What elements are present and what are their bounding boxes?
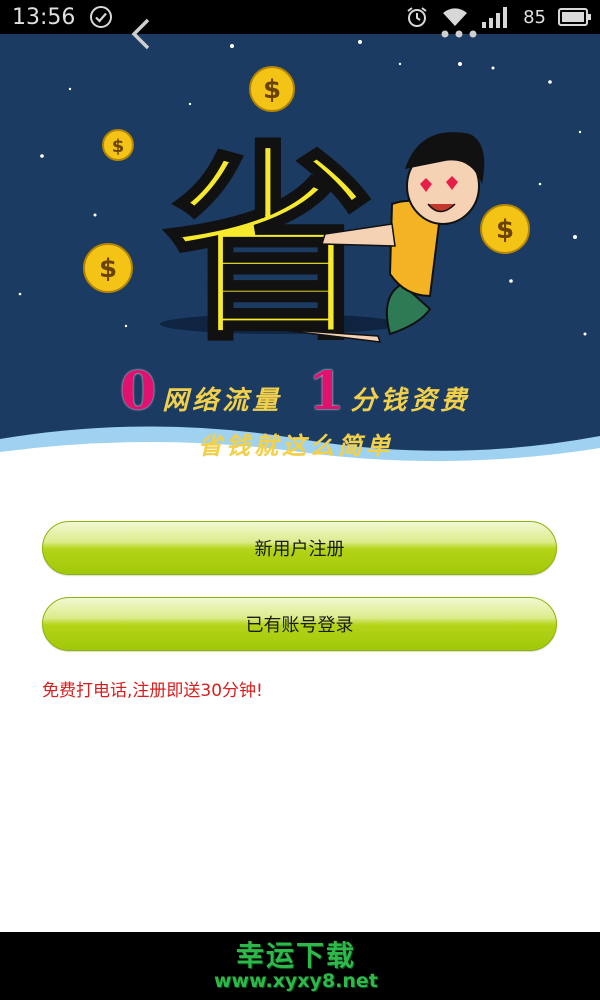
status-time: 13:56 <box>12 4 76 30</box>
more-dots-icon[interactable] <box>438 22 480 46</box>
coin-icon: $ <box>480 204 530 254</box>
status-bar: 13:56 85 <box>0 0 600 34</box>
battery-level: 85 <box>523 6 546 28</box>
promo-banner: $ $ $ $ 省 0 网络流量 1 分钱资费 省钱就这么简单 <box>0 34 600 466</box>
svg-text:$: $ <box>112 136 125 157</box>
battery-icon <box>558 8 591 26</box>
login-button[interactable]: 已有账号登录 <box>42 597 557 651</box>
coin-icon: $ <box>249 66 295 112</box>
coin-icon: $ <box>83 243 133 293</box>
alarm-icon <box>407 7 427 27</box>
mascot-character: 省 <box>165 124 375 369</box>
svg-text:$: $ <box>263 75 281 105</box>
zero-number: 0 <box>120 361 157 422</box>
watermark-title: 幸运下载 <box>236 939 357 972</box>
one-number: 1 <box>308 361 345 422</box>
check-circle-icon <box>90 6 113 28</box>
back-chevron-icon[interactable] <box>124 16 160 52</box>
promo-text: 免费打电话,注册即送30分钟! <box>42 681 263 701</box>
coin-icon: $ <box>102 129 134 161</box>
banner-headline: 0 网络流量 1 分钱资费 <box>120 366 470 426</box>
svg-text:$: $ <box>99 254 117 284</box>
fee-text: 分钱资费 <box>350 386 471 416</box>
banner-slogan: 省钱就这么简单 <box>198 431 394 460</box>
svg-text:$: $ <box>496 215 514 245</box>
traffic-text: 网络流量 <box>162 386 283 416</box>
register-button[interactable]: 新用户注册 <box>42 521 557 575</box>
signal-icon <box>482 7 508 28</box>
watermark-url: www.xyxy8.net <box>214 970 378 992</box>
